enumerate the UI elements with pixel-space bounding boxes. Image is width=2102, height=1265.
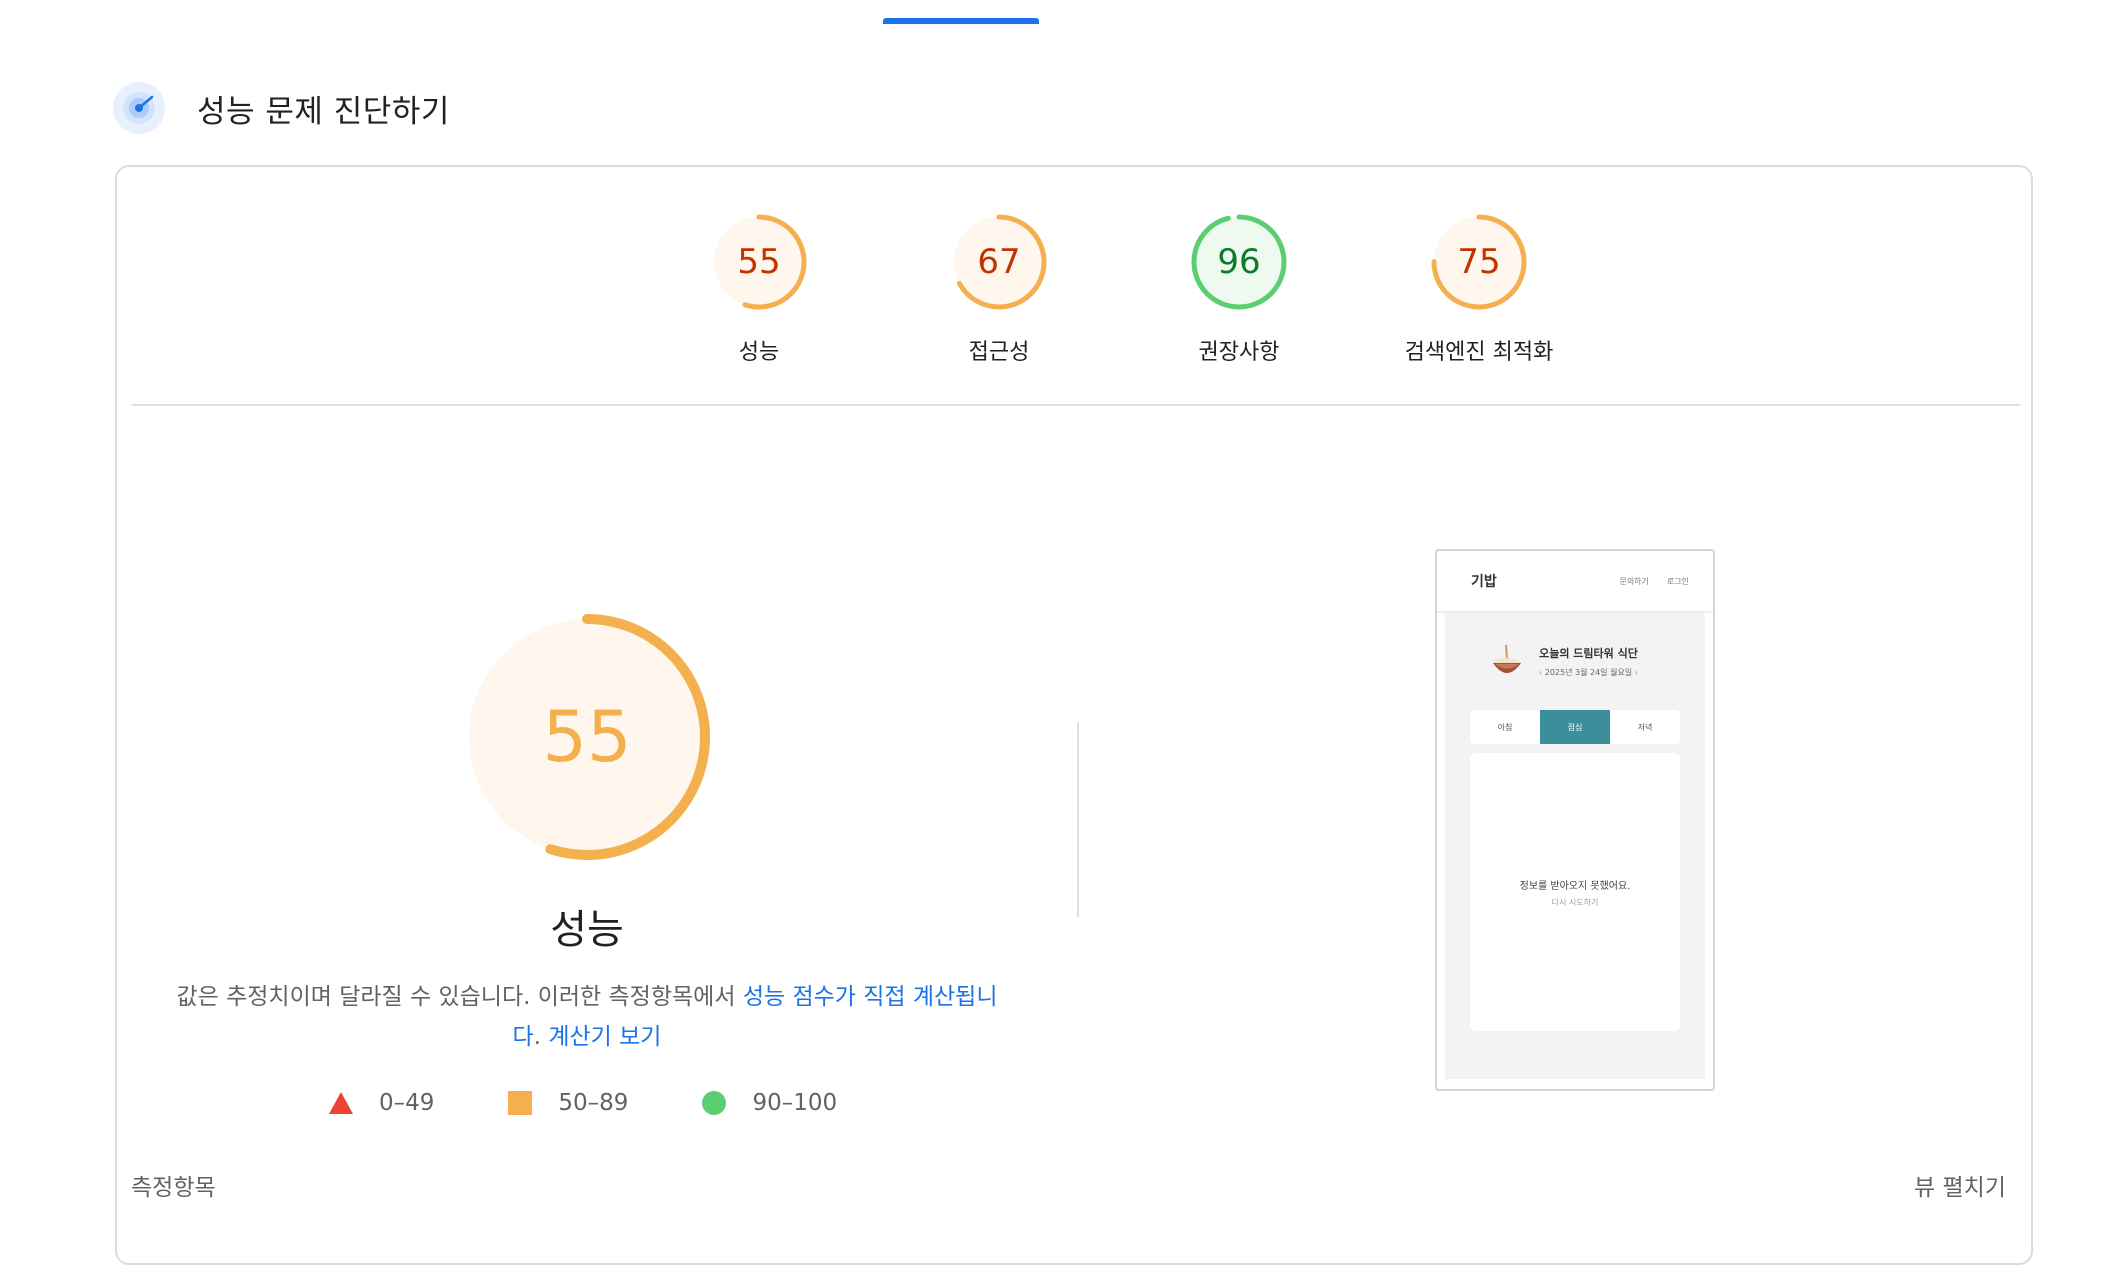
category-gauge-chart: 67 bbox=[951, 214, 1047, 310]
preview-body: 오늘의 드림타워 식단 ‹ 2025년 3월 24일 월요일 › 아침 점심 저… bbox=[1445, 613, 1705, 1079]
category-gauge-0[interactable]: 55 성능 bbox=[659, 212, 859, 366]
preview-nav-login: 로그인 bbox=[1666, 576, 1689, 586]
preview-date: 2025년 3월 24일 월요일 bbox=[1544, 667, 1633, 677]
legend-fail: 0–49 bbox=[329, 1090, 434, 1116]
tab-indicator bbox=[883, 18, 1039, 24]
gauge-score: 96 bbox=[1217, 242, 1260, 282]
preview-header: 기밥 문의하기 로그인 bbox=[1437, 551, 1713, 613]
report-card: 55 성능 67 접근성 96 권장사항 75 검색엔진 최적화 55 성능 값은 추정치이며… bbox=[115, 165, 2033, 1265]
preview-nav-inquiry: 문의하기 bbox=[1619, 576, 1649, 586]
preview-tab-lunch: 점심 bbox=[1540, 710, 1610, 744]
preview-retry: 다시 시도하기 bbox=[1551, 898, 1599, 907]
legend-pass-range: 90–100 bbox=[752, 1090, 838, 1116]
metrics-section-label: 측정항목 bbox=[131, 1175, 216, 1201]
category-gauge-chart: 55 bbox=[711, 214, 807, 310]
gauge-score: 55 bbox=[737, 242, 780, 282]
page-screenshot-preview[interactable]: 기밥 문의하기 로그인 오늘의 드림타워 식단 ‹ 2025년 3월 24일 월… bbox=[1435, 549, 1715, 1091]
gauge-score: 67 bbox=[977, 242, 1020, 282]
preview-error-message: 정보를 받아오지 못했어요. bbox=[1519, 881, 1631, 892]
category-gauge-label: 권장사항 bbox=[1198, 340, 1280, 365]
section-header: 성능 문제 진단하기 bbox=[113, 82, 450, 134]
expand-view-button[interactable]: 뷰 펼치기 bbox=[1914, 1168, 2006, 1202]
rice-bowl-icon bbox=[1493, 644, 1521, 673]
preview-meal-tabs: 아침 점심 저녁 bbox=[1470, 710, 1680, 744]
performance-title: 성능 bbox=[550, 907, 624, 953]
category-gauge-label: 접근성 bbox=[968, 340, 1030, 365]
gauge-score: 55 bbox=[542, 696, 631, 778]
preview-content-panel: 정보를 받아오지 못했어요. 다시 시도하기 bbox=[1470, 753, 1680, 1031]
category-gauge-label: 검색엔진 최적화 bbox=[1404, 340, 1554, 365]
score-legend: 0–49 50–89 90–100 bbox=[329, 1090, 911, 1116]
category-gauge-label: 성능 bbox=[738, 340, 780, 365]
category-gauge-1[interactable]: 67 접근성 bbox=[899, 212, 1099, 366]
score-description: 값은 추정치이며 달라질 수 있습니다. 이러한 측정항목에서 성능 점수가 직… bbox=[172, 977, 1002, 1057]
square-icon bbox=[508, 1091, 533, 1115]
preview-nav: 문의하기 로그인 bbox=[1619, 576, 1689, 587]
circle-icon bbox=[702, 1091, 727, 1115]
category-gauge-2[interactable]: 96 권장사항 bbox=[1139, 212, 1339, 366]
legend-average: 50–89 bbox=[508, 1090, 628, 1116]
legend-average-range: 50–89 bbox=[558, 1090, 629, 1116]
triangle-icon bbox=[329, 1092, 353, 1114]
preview-date-row: ‹ 2025년 3월 24일 월요일 › bbox=[1539, 667, 1638, 678]
preview-brand: 기밥 bbox=[1471, 574, 1497, 590]
preview-tab-dinner: 저녁 bbox=[1637, 722, 1653, 732]
category-gauge-chart: 96 bbox=[1191, 214, 1287, 310]
category-gauge-3[interactable]: 75 검색엔진 최적화 bbox=[1379, 212, 1579, 366]
gauge-score: 75 bbox=[1457, 242, 1500, 282]
vertical-divider bbox=[1077, 722, 1079, 917]
lighthouse-icon bbox=[113, 82, 165, 134]
preview-title: 오늘의 드림타워 식단 bbox=[1539, 646, 1638, 660]
legend-pass: 90–100 bbox=[702, 1090, 837, 1116]
legend-fail-range: 0–49 bbox=[379, 1090, 435, 1116]
description-text: 값은 추정치이며 달라질 수 있습니다. 이러한 측정항목에서 bbox=[176, 984, 743, 1010]
calculator-link[interactable]: 계산기 보기 bbox=[548, 1024, 661, 1050]
divider bbox=[132, 404, 2020, 406]
preview-title-row: 오늘의 드림타워 식단 ‹ 2025년 3월 24일 월요일 › bbox=[1489, 643, 1638, 679]
category-gauges: 55 성능 67 접근성 96 권장사항 75 검색엔진 최적화 bbox=[117, 167, 2031, 407]
preview-title-block: 오늘의 드림타워 식단 ‹ 2025년 3월 24일 월요일 › bbox=[1539, 645, 1638, 678]
page-title: 성능 문제 진단하기 bbox=[197, 93, 450, 130]
chevron-left-icon: ‹ bbox=[1539, 667, 1543, 677]
preview-tab-breakfast: 아침 bbox=[1497, 722, 1513, 732]
category-gauge-chart: 75 bbox=[1431, 214, 1527, 310]
description-separator: . bbox=[533, 1024, 549, 1050]
performance-gauge-large: 55 bbox=[457, 607, 717, 867]
chevron-right-icon: › bbox=[1634, 667, 1638, 677]
